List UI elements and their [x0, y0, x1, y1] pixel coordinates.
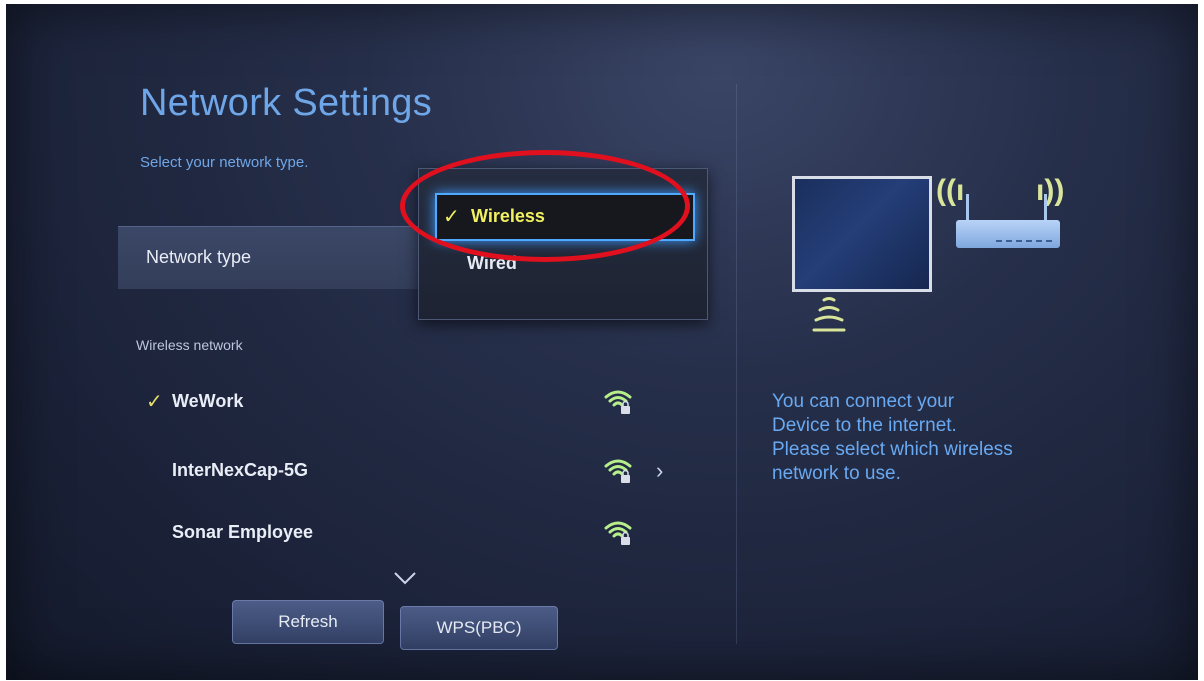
network-item-wework[interactable]: ✓ WeWork: [136, 381, 676, 421]
wifi-lock-icon: [604, 390, 632, 414]
page-subtitle: Select your network type.: [140, 154, 309, 171]
router-lights: [996, 240, 1054, 242]
signal-icon: [812, 297, 846, 332]
network-name: WeWork: [172, 391, 244, 411]
tv-illustration: [792, 176, 932, 292]
network-name: Sonar Employee: [172, 522, 314, 542]
chevron-down-icon[interactable]: [392, 569, 418, 587]
router-antenna: [1044, 194, 1047, 220]
page-title: Network Settings: [140, 82, 433, 124]
chevron-right-icon[interactable]: ›: [656, 458, 663, 484]
panel-divider: [736, 84, 737, 644]
help-line: Please select which wireless: [772, 439, 1013, 460]
network-name: InterNexCap-5G: [172, 460, 309, 480]
network-type-row[interactable]: Network type: [118, 226, 424, 289]
checkmark-icon: ✓: [146, 391, 163, 413]
help-line: Device to the internet.: [772, 415, 957, 436]
wps-pbc-button[interactable]: WPS(PBC): [400, 606, 558, 650]
wifi-lock-icon: [604, 521, 632, 545]
wifi-lock-icon: [604, 459, 632, 483]
network-type-label: Network type: [146, 247, 252, 267]
router-icon: [956, 194, 1060, 248]
wireless-waves-icon: ı)): [1036, 174, 1065, 207]
help-line: You can connect your: [772, 391, 955, 412]
network-item-internexcap-5g[interactable]: InterNexCap-5G ›: [136, 450, 676, 490]
refresh-button[interactable]: Refresh: [232, 600, 384, 644]
annotation-circle: [400, 150, 690, 262]
network-item-sonar-employee[interactable]: Sonar Employee: [136, 512, 676, 552]
tv-screen: Network Settings Select your network typ…: [6, 4, 1198, 680]
router-antenna: [966, 194, 969, 220]
wireless-waves-icon: ((ı: [936, 174, 965, 207]
help-line: network to use.: [772, 463, 901, 484]
help-text: You can connect your Device to the inter…: [772, 390, 1082, 486]
wireless-network-section-label: Wireless network: [136, 337, 243, 353]
